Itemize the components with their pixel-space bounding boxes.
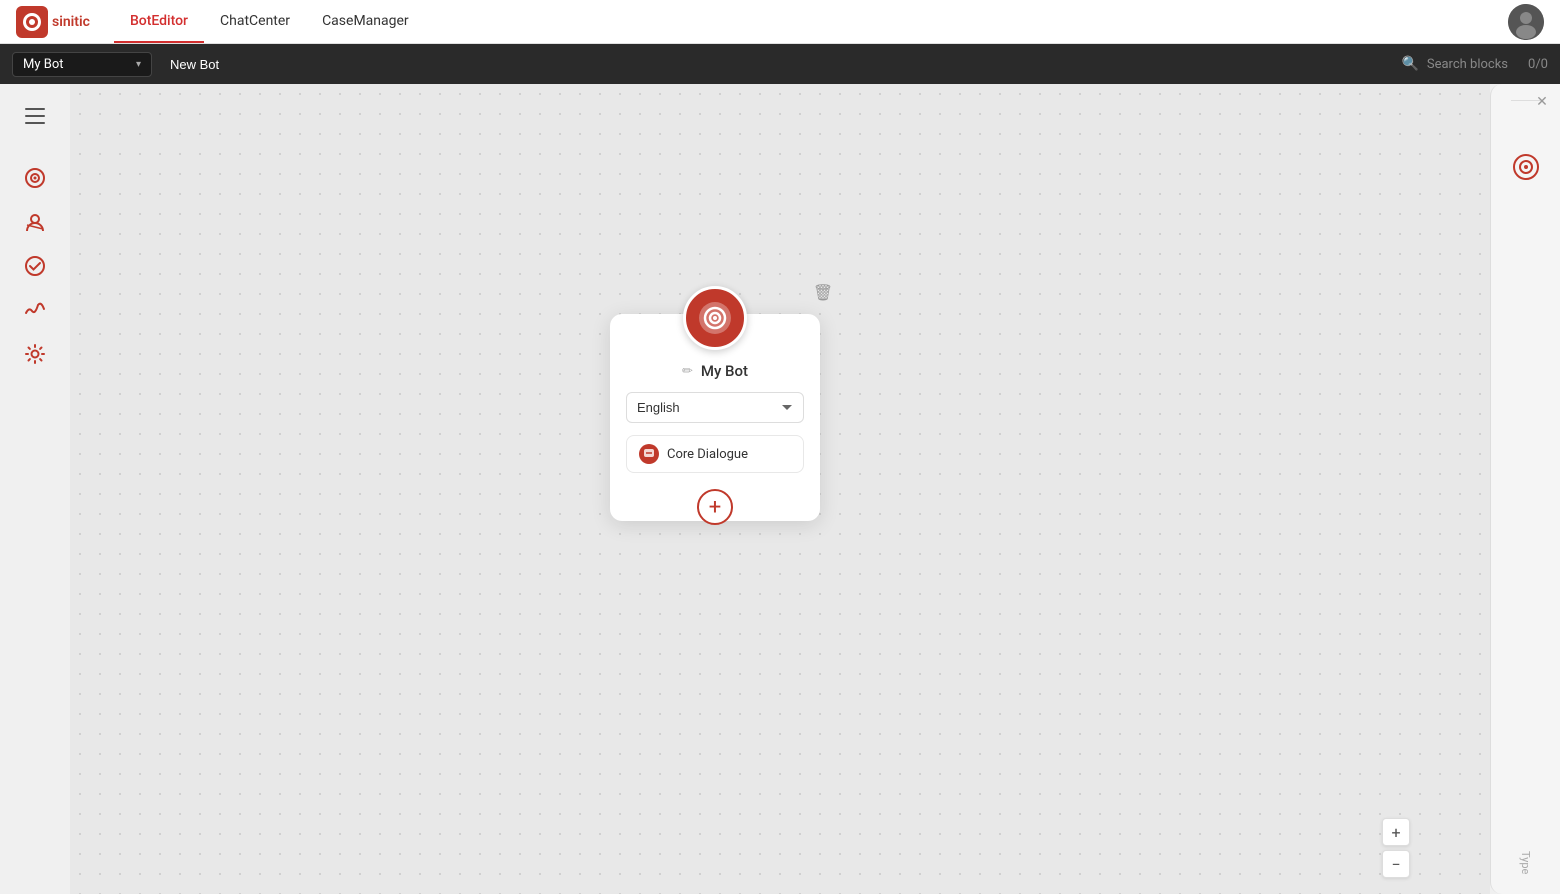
- bot-name-row: ✏ My Bot: [682, 362, 748, 380]
- plus-icon: +: [709, 495, 721, 520]
- search-area: 🔍 Search blocks 0/0: [1401, 56, 1548, 72]
- search-placeholder: Search blocks: [1427, 57, 1508, 72]
- close-panel-button[interactable]: ✕: [1532, 92, 1552, 112]
- bot-sidebar-icon: [24, 167, 46, 189]
- zoom-in-button[interactable]: +: [1382, 818, 1410, 846]
- edit-name-icon[interactable]: ✏: [682, 364, 693, 379]
- settings-sidebar-icon: [24, 343, 46, 365]
- logo-text: sinitic: [52, 14, 90, 30]
- language-selector[interactable]: English French Spanish German: [626, 392, 804, 423]
- user-avatar[interactable]: [1508, 4, 1544, 40]
- sidebar-item-bot[interactable]: [17, 160, 53, 196]
- new-bot-button[interactable]: New Bot: [162, 53, 227, 76]
- canvas[interactable]: 🗑 ✏ My Bot English French Spanish German: [70, 84, 1490, 894]
- sidebar-item-settings[interactable]: [17, 336, 53, 372]
- search-icon: 🔍: [1401, 56, 1418, 72]
- selected-bot-label: My Bot: [23, 57, 64, 72]
- chevron-down-icon: ▾: [136, 59, 141, 70]
- search-count: 0/0: [1528, 57, 1548, 72]
- zoom-controls: + −: [1382, 818, 1410, 878]
- bot-avatar-wrap: 🗑: [683, 286, 747, 350]
- panel-icon: [1512, 153, 1540, 181]
- main-area: 🗑 ✏ My Bot English French Spanish German: [0, 84, 1560, 894]
- nav-links: BotEditor ChatCenter CaseManager: [114, 0, 425, 43]
- core-dialogue-icon: [639, 444, 659, 464]
- panel-type-label: Type: [1519, 851, 1532, 874]
- nav-botedit[interactable]: BotEditor: [114, 0, 204, 43]
- sidebar-item-tasks[interactable]: [17, 248, 53, 284]
- check-sidebar-icon: [24, 255, 46, 277]
- logo[interactable]: sinitic: [16, 6, 90, 38]
- add-block-button[interactable]: +: [697, 489, 733, 525]
- logo-icon: [16, 6, 48, 38]
- bot-bar: My Bot ▾ New Bot 🔍 Search blocks 0/0: [0, 44, 1560, 84]
- user-sidebar-icon: [24, 211, 46, 233]
- bot-card: 🗑 ✏ My Bot English French Spanish German: [610, 314, 820, 521]
- hamburger-icon: [25, 108, 45, 124]
- delete-bot-button[interactable]: 🗑: [809, 278, 837, 306]
- bot-avatar: [683, 286, 747, 350]
- hamburger-menu[interactable]: [19, 100, 51, 132]
- core-dialogue-label: Core Dialogue: [667, 447, 748, 462]
- analytics-sidebar-icon: [24, 299, 46, 321]
- dialogue-chat-icon: [643, 448, 655, 460]
- nav-chatcenter[interactable]: ChatCenter: [204, 0, 306, 43]
- right-panel: ✕ Type: [1490, 84, 1560, 894]
- language-selector-wrap: English French Spanish German: [626, 392, 804, 423]
- add-btn-area: +: [626, 485, 804, 505]
- navbar: sinitic BotEditor ChatCenter CaseManager: [0, 0, 1560, 44]
- nav-casemanager[interactable]: CaseManager: [306, 0, 425, 43]
- bot-name-label: My Bot: [701, 362, 748, 380]
- avatar-icon: [1508, 4, 1544, 40]
- sidebar-item-users[interactable]: [17, 204, 53, 240]
- sidebar-item-analytics[interactable]: [17, 292, 53, 328]
- bot-selector[interactable]: My Bot ▾: [12, 52, 152, 77]
- bot-avatar-icon: [696, 299, 734, 337]
- zoom-out-button[interactable]: −: [1382, 850, 1410, 878]
- left-sidebar: [0, 84, 70, 894]
- core-dialogue-button[interactable]: Core Dialogue: [626, 435, 804, 473]
- panel-bot-icon[interactable]: [1506, 147, 1546, 187]
